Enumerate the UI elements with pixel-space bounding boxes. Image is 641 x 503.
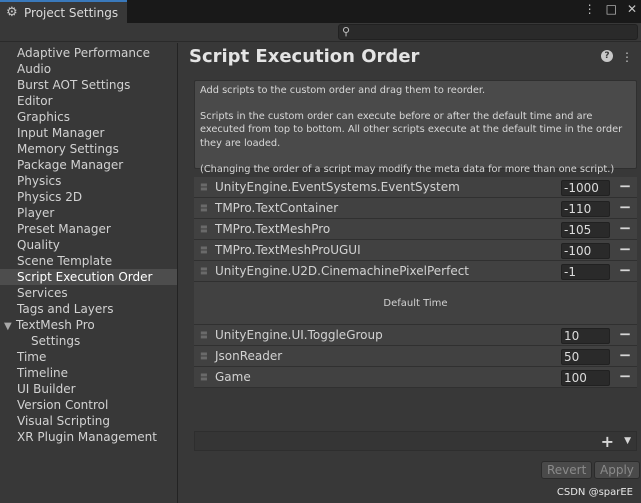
script-name: TMPro.TextMeshProUGUI	[215, 243, 361, 257]
drag-handle-icon[interactable]: ▬ ▬	[200, 350, 212, 362]
script-name: Game	[215, 370, 251, 384]
help-text-2: Scripts in the custom order can execute …	[200, 111, 623, 149]
default-time-divider: Default Time	[194, 282, 637, 325]
script-row[interactable]: ▬ ▬ UnityEngine.U2D.CinemachinePixelPerfe…	[194, 261, 637, 282]
sidebar-item-visual-scripting[interactable]: Visual Scripting	[0, 413, 177, 429]
drag-handle-icon[interactable]: ▬ ▬	[200, 202, 212, 214]
gear-icon: ⚙	[6, 4, 18, 20]
close-icon[interactable]: ✕	[627, 2, 637, 16]
sidebar-item-physics-2d[interactable]: Physics 2D	[0, 189, 177, 205]
script-name: UnityEngine.UI.ToggleGroup	[215, 328, 383, 342]
drag-handle-icon[interactable]: ▬ ▬	[200, 223, 212, 235]
help-icon[interactable]: ?	[601, 50, 613, 62]
settings-sidebar: Adaptive Performance Audio Burst AOT Set…	[0, 43, 178, 503]
script-row[interactable]: ▬ ▬ UnityEngine.EventSystems.EventSystem …	[194, 177, 637, 198]
window-tab-bar: ⚙ Project Settings ⋮ □ ✕	[0, 0, 641, 23]
remove-button[interactable]: −	[617, 240, 633, 258]
script-name: TMPro.TextContainer	[215, 201, 339, 215]
sidebar-item-script-execution-order[interactable]: Script Execution Order	[0, 269, 177, 285]
script-row[interactable]: ▬ ▬ TMPro.TextMeshProUGUI -100 −	[194, 240, 637, 261]
script-row[interactable]: ▬ ▬ UnityEngine.UI.ToggleGroup 10 −	[194, 325, 637, 346]
order-field[interactable]: -100	[561, 243, 610, 259]
drag-handle-icon[interactable]: ▬ ▬	[200, 371, 212, 383]
window-controls: ⋮ □ ✕	[584, 2, 637, 16]
sidebar-item-services[interactable]: Services	[0, 285, 177, 301]
search-icon: ⚲	[342, 25, 351, 38]
search-input[interactable]: ⚲	[338, 24, 638, 40]
script-name: TMPro.TextMeshPro	[215, 222, 331, 236]
sidebar-item-graphics[interactable]: Graphics	[0, 109, 177, 125]
script-row[interactable]: ▬ ▬ TMPro.TextMeshPro -105 −	[194, 219, 637, 240]
script-name: UnityEngine.EventSystems.EventSystem	[215, 180, 460, 194]
script-order-list: ▬ ▬ UnityEngine.EventSystems.EventSystem …	[194, 177, 637, 388]
sidebar-item-scene-template[interactable]: Scene Template	[0, 253, 177, 269]
sidebar-item-preset-manager[interactable]: Preset Manager	[0, 221, 177, 237]
sidebar-item-editor[interactable]: Editor	[0, 93, 177, 109]
remove-button[interactable]: −	[617, 367, 633, 385]
remove-button[interactable]: −	[617, 198, 633, 216]
main-panel: Script Execution Order ? ⋮ Add scripts t…	[179, 43, 641, 503]
script-name: JsonReader	[215, 349, 283, 363]
script-row[interactable]: ▬ ▬ Game 100 −	[194, 367, 637, 388]
more-vertical-icon[interactable]: ⋮	[621, 50, 633, 64]
drag-handle-icon[interactable]: ▬ ▬	[200, 244, 212, 256]
panel-header-icons: ? ⋮	[601, 50, 633, 64]
remove-button[interactable]: −	[617, 219, 633, 237]
sidebar-item-textmesh-pro[interactable]: ▼ TextMesh Pro	[0, 317, 177, 333]
sidebar-item-player[interactable]: Player	[0, 205, 177, 221]
order-field[interactable]: -105	[561, 222, 610, 238]
sidebar-item-package-manager[interactable]: Package Manager	[0, 157, 177, 173]
remove-button[interactable]: −	[617, 325, 633, 343]
tab-title: Project Settings	[24, 5, 119, 20]
help-text-1: Add scripts to the custom order and drag…	[200, 85, 486, 96]
sidebar-item-label: TextMesh Pro	[16, 318, 95, 332]
page-title: Script Execution Order	[189, 46, 420, 67]
script-row[interactable]: ▬ ▬ JsonReader 50 −	[194, 346, 637, 367]
more-vertical-icon[interactable]: ⋮	[584, 2, 596, 16]
revert-button[interactable]: Revert	[541, 461, 593, 479]
sidebar-item-timeline[interactable]: Timeline	[0, 365, 177, 381]
sidebar-item-time[interactable]: Time	[0, 349, 177, 365]
remove-button[interactable]: −	[617, 346, 633, 364]
sidebar-item-burst-aot-settings[interactable]: Burst AOT Settings	[0, 77, 177, 93]
drag-handle-icon[interactable]: ▬ ▬	[200, 329, 212, 341]
toolbar: ⚲	[0, 23, 641, 42]
sidebar-item-physics[interactable]: Physics	[0, 173, 177, 189]
script-row[interactable]: ▬ ▬ TMPro.TextContainer -110 −	[194, 198, 637, 219]
drag-handle-icon[interactable]: ▬ ▬	[200, 265, 212, 277]
sidebar-item-ui-builder[interactable]: UI Builder	[0, 381, 177, 397]
chevron-down-icon[interactable]: ▼	[624, 436, 631, 446]
order-field[interactable]: 50	[561, 349, 610, 365]
expand-arrow-icon[interactable]: ▼	[4, 319, 16, 335]
drag-handle-icon[interactable]: ▬ ▬	[200, 181, 212, 193]
sidebar-item-xr-plugin-management[interactable]: XR Plugin Management	[0, 429, 177, 445]
add-script-button[interactable]: +	[601, 432, 614, 451]
list-footer: + ▼	[194, 431, 637, 451]
help-text-3: (Changing the order of a script may modi…	[200, 163, 615, 175]
sidebar-item-version-control[interactable]: Version Control	[0, 397, 177, 413]
sidebar-item-memory-settings[interactable]: Memory Settings	[0, 141, 177, 157]
maximize-icon[interactable]: □	[606, 2, 617, 16]
remove-button[interactable]: −	[617, 261, 633, 279]
watermark: CSDN @sparEE	[556, 487, 633, 498]
sidebar-item-audio[interactable]: Audio	[0, 61, 177, 77]
order-field[interactable]: 100	[561, 370, 610, 386]
sidebar-item-quality[interactable]: Quality	[0, 237, 177, 253]
order-field[interactable]: -1	[561, 264, 610, 280]
order-field[interactable]: -1000	[561, 180, 610, 196]
help-box: Add scripts to the custom order and drag…	[194, 80, 637, 175]
sidebar-item-textmesh-pro-settings[interactable]: Settings	[0, 333, 177, 349]
remove-button[interactable]: −	[617, 177, 633, 195]
order-field[interactable]: -110	[561, 201, 610, 217]
order-field[interactable]: 10	[561, 328, 610, 344]
apply-button[interactable]: Apply	[594, 461, 640, 479]
script-name: UnityEngine.U2D.CinemachinePixelPerfect	[215, 264, 470, 278]
project-settings-tab[interactable]: ⚙ Project Settings	[0, 0, 127, 23]
sidebar-item-tags-and-layers[interactable]: Tags and Layers	[0, 301, 177, 317]
sidebar-item-input-manager[interactable]: Input Manager	[0, 125, 177, 141]
sidebar-item-adaptive-performance[interactable]: Adaptive Performance	[0, 45, 177, 61]
